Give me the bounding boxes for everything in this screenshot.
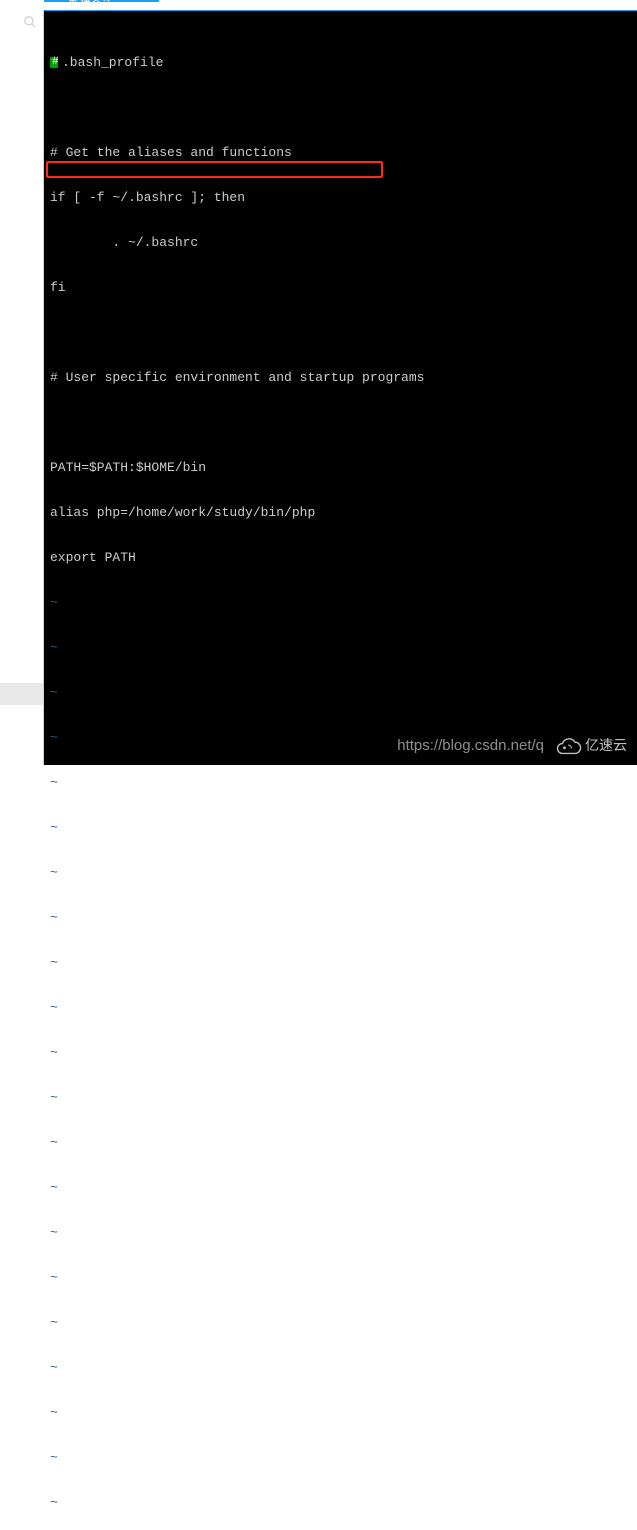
terminal-viewport[interactable]: # .bash_profile # Get the aliases and fun… — [44, 10, 637, 765]
code-line: export PATH — [50, 550, 631, 565]
cloud-icon — [554, 735, 582, 755]
code-line-highlighted: alias php=/home/work/study/bin/php — [50, 505, 631, 520]
empty-line-tilde: ~ — [50, 1045, 631, 1060]
empty-line-tilde: ~ — [50, 1315, 631, 1330]
code-line: . ~/.bashrc — [50, 235, 631, 250]
content-row: # .bash_profile # Get the aliases and fun… — [0, 10, 637, 765]
empty-line-tilde: ~ — [50, 1405, 631, 1420]
search-icon[interactable] — [23, 15, 37, 29]
empty-line-tilde: ~ — [50, 595, 631, 610]
code-line: # Get the aliases and functions — [50, 145, 631, 160]
code-line: fi — [50, 280, 631, 295]
empty-line-tilde: ~ — [50, 1225, 631, 1240]
empty-line-tilde: ~ — [50, 820, 631, 835]
filename: .bash_profile — [62, 55, 163, 70]
left-gutter — [0, 10, 44, 765]
watermark-brand: 亿速云 — [585, 738, 627, 753]
code-line — [50, 325, 631, 340]
empty-line-tilde: ~ — [50, 775, 631, 790]
empty-line-tilde: ~ — [50, 1180, 631, 1195]
empty-line-tilde: ~ — [50, 1450, 631, 1465]
tab-label: 新建会话 — [69, 0, 113, 2]
empty-line-tilde: ~ — [50, 640, 631, 655]
code-line — [50, 415, 631, 430]
empty-line-tilde: ~ — [50, 910, 631, 925]
empty-line-tilde: ~ — [50, 685, 631, 700]
empty-line-tilde: ~ — [50, 1090, 631, 1105]
top-bar: 新建会话 — [0, 0, 637, 10]
code-line: # User specific environment and startup … — [50, 370, 631, 385]
watermark: https://blog.csdn.net/q 亿速云 — [397, 735, 627, 755]
code-line: if [ -f ~/.bashrc ]; then — [50, 190, 631, 205]
empty-line-tilde: ~ — [50, 1495, 631, 1510]
file-badge-icon: # — [50, 57, 58, 68]
empty-line-tilde: ~ — [50, 865, 631, 880]
active-tab[interactable]: 新建会话 — [44, 0, 159, 2]
empty-line-tilde: ~ — [50, 955, 631, 970]
watermark-logo: 亿速云 — [554, 735, 627, 755]
code-line: PATH=$PATH:$HOME/bin — [50, 460, 631, 475]
empty-line-tilde: ~ — [50, 1135, 631, 1150]
watermark-url: https://blog.csdn.net/q — [397, 738, 544, 753]
code-line — [50, 100, 631, 115]
empty-line-tilde: ~ — [50, 1360, 631, 1375]
empty-line-tilde: ~ — [50, 1270, 631, 1285]
empty-line-tilde: ~ — [50, 1000, 631, 1015]
gutter-selection — [0, 683, 43, 705]
